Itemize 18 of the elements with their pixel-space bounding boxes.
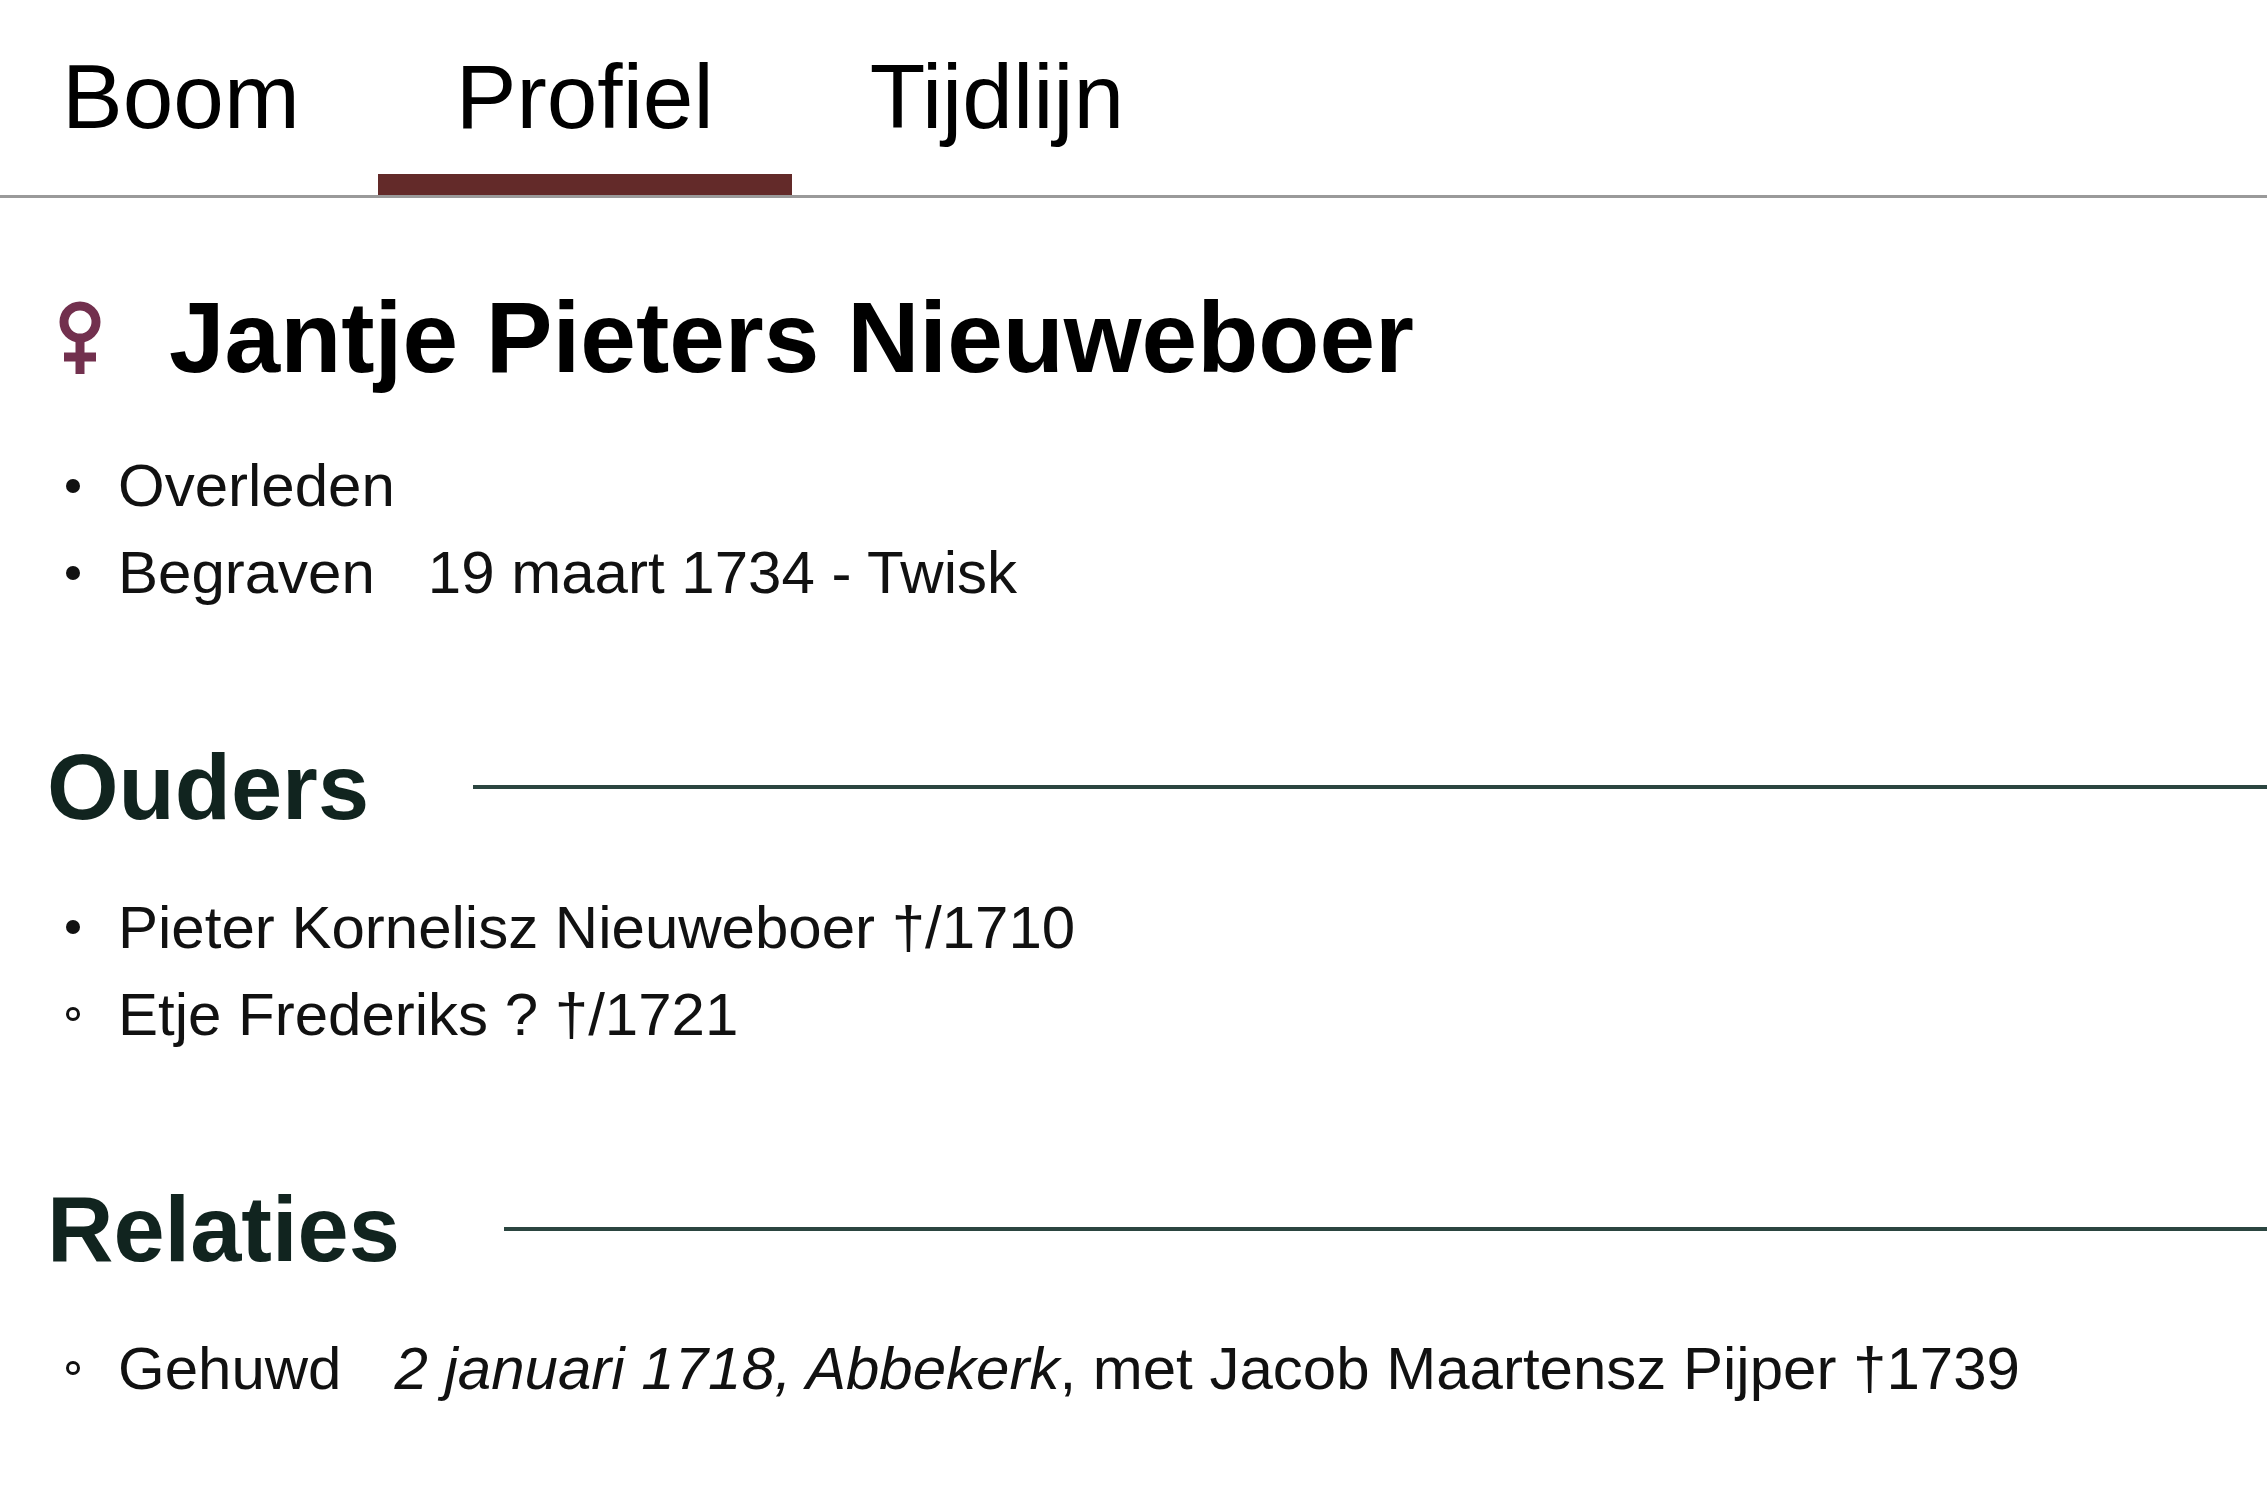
- fact-details: 2 januari 1718, Abbekerk, met Jacob Maartensz Pijper †1739: [394, 1333, 2020, 1404]
- section-heading: Relaties: [47, 1176, 400, 1282]
- tab[interactable]: Tijdlijn: [791, 0, 1203, 196]
- person-entry: Pieter Kornelisz Nieuweboer †/1710: [118, 892, 1076, 963]
- bullet-icon: [66, 478, 80, 493]
- bullet-icon: [66, 920, 80, 935]
- tab[interactable]: Boom: [0, 0, 378, 196]
- person-entry: Etje Frederiks ? †/1721: [118, 979, 739, 1050]
- bullet-icon: [66, 1361, 80, 1376]
- tab[interactable]: Profiel: [377, 0, 792, 196]
- event-label: Begraven: [118, 538, 375, 609]
- bullet-icon: [66, 565, 80, 580]
- fact-label: Gehuwd: [118, 1333, 342, 1404]
- section-heading: Ouders: [47, 735, 370, 841]
- bullet-icon: [66, 1007, 80, 1022]
- event-details: 19 maart 1734 - Twisk: [427, 538, 1018, 609]
- profile-name: Jantje Pieters Nieuweboer: [169, 280, 1414, 396]
- event-label: Overleden: [118, 451, 395, 522]
